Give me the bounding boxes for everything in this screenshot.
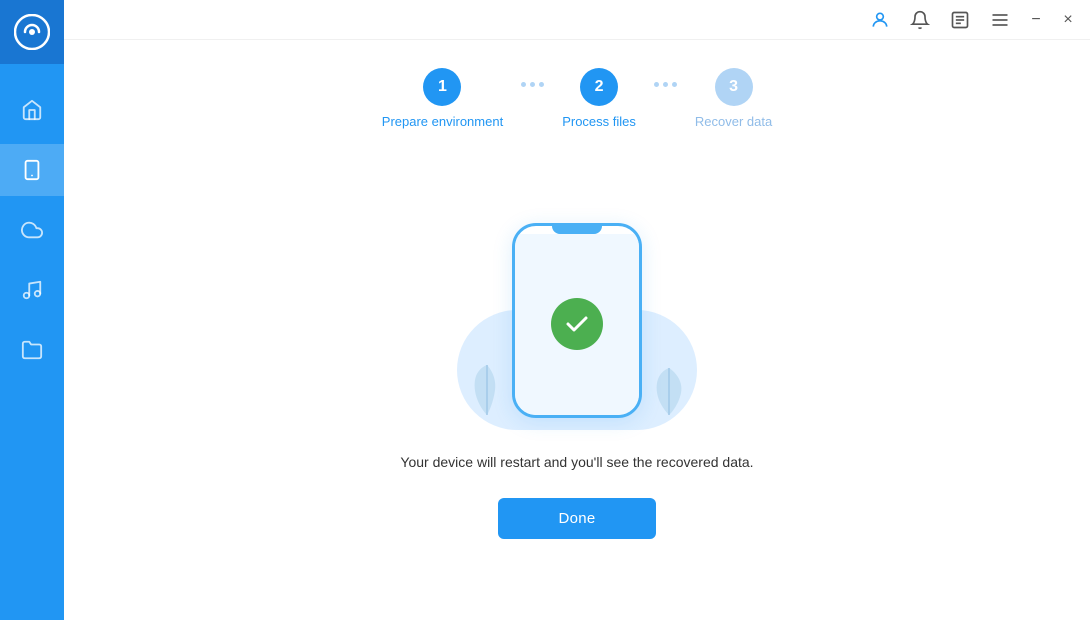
step-1-circle: 1 [423,68,461,106]
step-dots-1 [503,82,562,87]
sidebar-item-cloud[interactable] [0,204,64,256]
document-icon[interactable] [946,6,974,34]
leaf-left-icon [467,360,507,420]
dot [539,82,544,87]
phone-side-button-left-bottom [512,294,514,312]
user-icon[interactable] [866,6,894,34]
dot [663,82,668,87]
menu-icon[interactable] [986,6,1014,34]
dot [654,82,659,87]
success-message: Your device will restart and you'll see … [400,454,753,470]
phone-notch [552,226,602,234]
done-button[interactable]: Done [498,498,655,539]
step-3-circle: 3 [715,68,753,106]
sidebar-item-files[interactable] [0,324,64,376]
phone-screen [515,234,639,415]
dot [672,82,677,87]
phone-side-button-right [640,276,642,300]
close-button[interactable]: × [1058,10,1078,30]
dot [530,82,535,87]
steps-bar: 1 Prepare environment 2 Process files 3 [64,40,1090,149]
minimize-button[interactable]: − [1026,10,1046,30]
phone-illustration [437,210,717,430]
main-illustration-area: Your device will restart and you'll see … [64,149,1090,620]
success-check [551,298,603,350]
sidebar-logo [0,0,64,64]
sidebar-item-music[interactable] [0,264,64,316]
sidebar [0,0,64,620]
main-content: − × 1 Prepare environment 2 Process file… [64,0,1090,620]
step-dots-2 [636,82,695,87]
notification-icon[interactable] [906,6,934,34]
step-1-label: Prepare environment [382,114,503,129]
step-1: 1 Prepare environment [382,68,503,129]
sidebar-item-device[interactable] [0,144,64,196]
sidebar-nav [0,84,64,376]
step-3: 3 Recover data [695,68,772,129]
phone-side-button-left-top [512,270,514,288]
titlebar: − × [64,0,1090,40]
sidebar-item-home[interactable] [0,84,64,136]
phone-device [512,223,642,418]
step-2: 2 Process files [562,68,636,129]
leaf-right-icon [649,365,689,420]
step-2-circle: 2 [580,68,618,106]
dot [521,82,526,87]
step-3-label: Recover data [695,114,772,129]
step-2-label: Process files [562,114,636,129]
